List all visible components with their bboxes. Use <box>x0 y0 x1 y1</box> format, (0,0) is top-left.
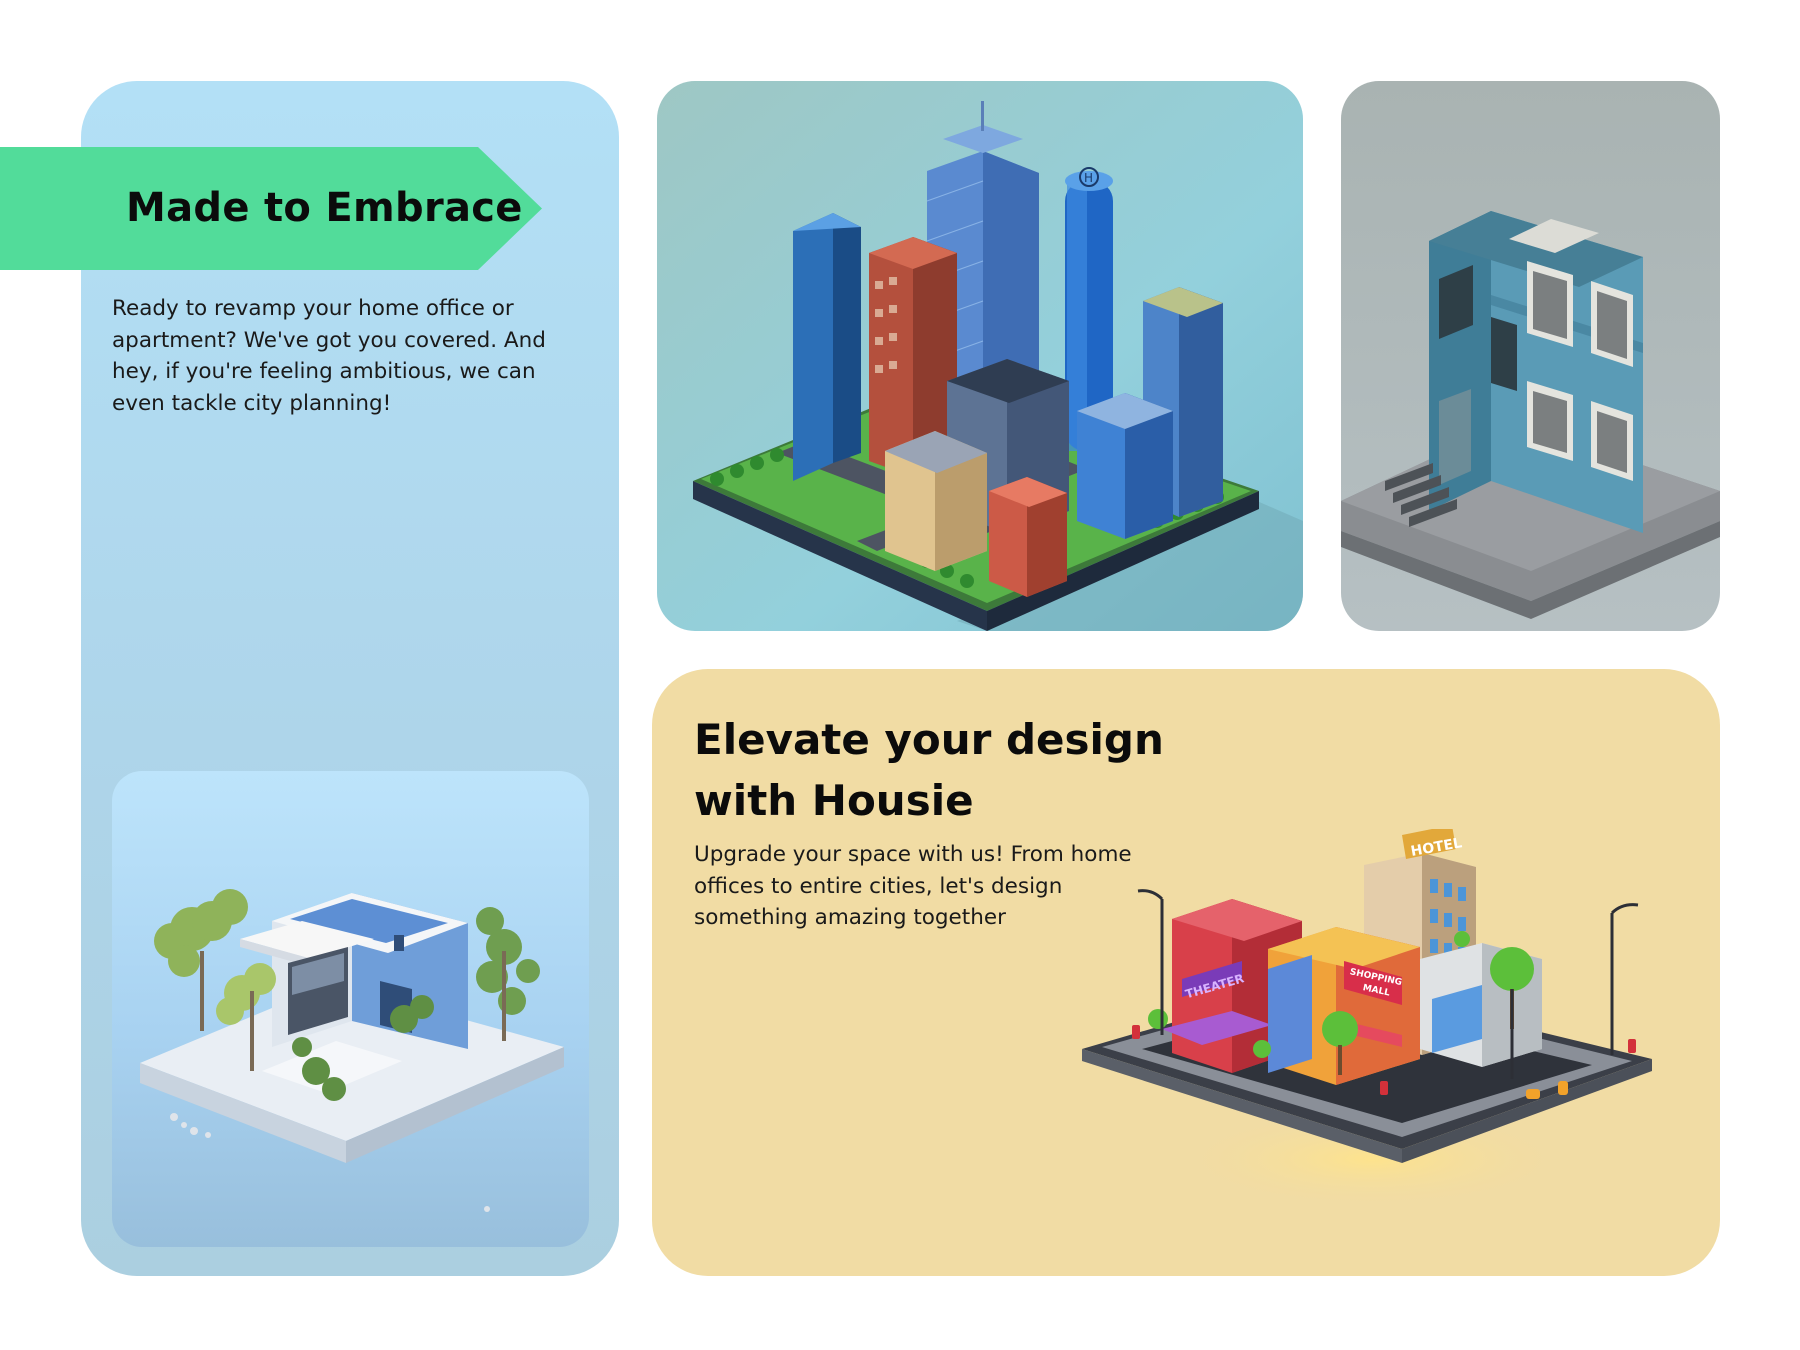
modern-house-image <box>112 771 589 1247</box>
district-illustration: HOTEL THEATER SHOPPING MALL <box>1082 829 1652 1209</box>
city-block-illustration: H <box>657 81 1303 631</box>
city-block-image: H <box>657 81 1303 631</box>
banner-title: Made to Embrace <box>126 185 523 231</box>
townhouse-image <box>1341 81 1720 631</box>
made-to-embrace-banner: Made to Embrace <box>0 147 542 270</box>
intro-description: Ready to revamp your home office or apar… <box>112 296 546 416</box>
townhouse-illustration <box>1341 81 1720 631</box>
modern-house-illustration <box>112 771 589 1247</box>
svg-text:H: H <box>1084 171 1093 185</box>
promo-title: Elevate your design with Housie <box>694 715 1164 825</box>
promo-card: Elevate your design with Housie Upgrade … <box>652 669 1720 1276</box>
